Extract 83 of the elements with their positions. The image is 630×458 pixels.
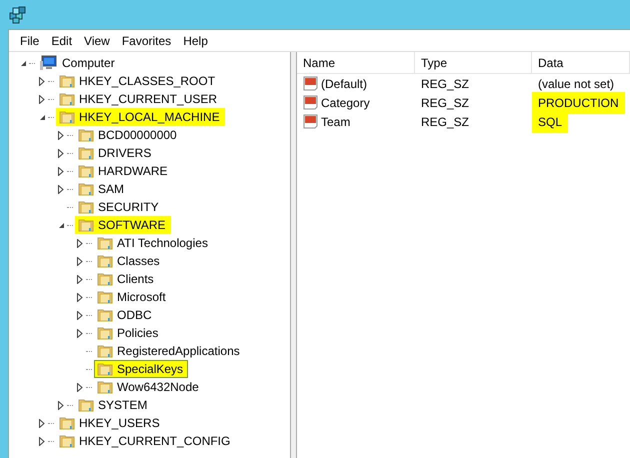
tree-item[interactable]: Wow6432Node	[94, 378, 204, 396]
tree-item[interactable]: ODBC	[94, 306, 157, 324]
collapsed-arrow-icon[interactable]	[39, 418, 45, 428]
tree-item[interactable]: SYSTEM	[75, 396, 152, 414]
computer-icon	[40, 55, 58, 71]
collapsed-arrow-icon[interactable]	[39, 94, 45, 104]
expanded-arrow-icon[interactable]	[58, 222, 64, 228]
folder-icon	[78, 199, 94, 215]
tree-item[interactable]: HKEY_LOCAL_MACHINE	[56, 108, 225, 126]
collapsed-arrow-icon[interactable]	[39, 436, 45, 446]
folder-icon	[97, 361, 113, 377]
folder-icon	[59, 109, 75, 125]
expanded-arrow-icon[interactable]	[20, 60, 26, 66]
folder-icon	[59, 73, 75, 89]
tree-item[interactable]: Clients	[94, 270, 159, 288]
tree-item[interactable]: HKEY_USERS	[56, 414, 165, 432]
menu-item[interactable]: Edit	[46, 32, 78, 50]
folder-icon	[59, 91, 75, 107]
tree-item[interactable]: HKEY_CURRENT_CONFIG	[56, 432, 236, 450]
folder-icon	[59, 415, 75, 431]
value-type: REG_SZ	[420, 94, 470, 112]
collapsed-arrow-icon[interactable]	[58, 184, 64, 194]
string-value-icon	[303, 95, 319, 110]
menu-item[interactable]: Favorites	[116, 32, 176, 50]
value-name[interactable]: Category	[321, 94, 370, 112]
folder-icon	[97, 379, 113, 395]
folder-icon	[59, 433, 75, 449]
tree-item[interactable]: SECURITY	[75, 198, 164, 216]
expanded-arrow-icon[interactable]	[38, 114, 46, 120]
tree-item[interactable]: DRIVERS	[75, 144, 156, 162]
value-type: REG_SZ	[420, 114, 470, 130]
folder-icon	[97, 235, 113, 251]
folder-icon	[97, 271, 113, 287]
collapsed-arrow-icon[interactable]	[39, 76, 45, 86]
tree-item[interactable]: SpecialKeys	[94, 360, 188, 378]
collapsed-arrow-icon[interactable]	[77, 256, 83, 266]
collapsed-arrow-icon[interactable]	[77, 382, 83, 392]
folder-icon	[97, 343, 113, 359]
folder-icon	[78, 397, 94, 413]
column-header[interactable]: Name	[297, 52, 415, 73]
menu-item[interactable]: View	[79, 32, 115, 50]
value-type: REG_SZ	[420, 76, 470, 92]
tree-item[interactable]: RegisteredApplications	[94, 342, 245, 360]
folder-icon	[78, 145, 94, 161]
folder-icon	[97, 325, 113, 341]
tree-item[interactable]: ATI Technologies	[94, 234, 213, 252]
folder-icon	[97, 307, 113, 323]
string-value-icon	[303, 114, 319, 129]
value-data: (value not set)	[537, 76, 616, 92]
value-name[interactable]: (Default)	[321, 74, 368, 92]
tree-item[interactable]: BCD00000000	[75, 126, 182, 144]
folder-icon	[78, 181, 94, 197]
value-name[interactable]: Team	[321, 112, 350, 130]
collapsed-arrow-icon[interactable]	[58, 148, 64, 158]
menu-item[interactable]: Help	[178, 32, 213, 50]
collapsed-arrow-icon[interactable]	[58, 400, 64, 410]
registry-cubes-icon	[9, 6, 27, 24]
folder-icon	[97, 253, 113, 269]
collapsed-arrow-icon[interactable]	[77, 292, 83, 302]
tree-item[interactable]: Computer	[37, 54, 120, 72]
value-data: PRODUCTION	[532, 92, 625, 114]
tree-item[interactable]: HKEY_CURRENT_USER	[56, 90, 222, 108]
tree-item[interactable]: Microsoft	[94, 288, 171, 306]
tree-item[interactable]: Classes	[94, 252, 165, 270]
column-header[interactable]: Data	[532, 52, 630, 73]
collapsed-arrow-icon[interactable]	[77, 310, 83, 320]
folder-icon	[97, 289, 113, 305]
tree-item[interactable]: SOFTWARE	[75, 216, 171, 234]
menu-item[interactable]: File	[15, 32, 44, 50]
collapsed-arrow-icon[interactable]	[77, 274, 83, 284]
collapsed-arrow-icon[interactable]	[77, 238, 83, 248]
folder-icon	[78, 217, 94, 233]
string-value-icon	[303, 76, 319, 91]
folder-icon	[78, 163, 94, 179]
collapsed-arrow-icon[interactable]	[58, 166, 64, 176]
collapsed-arrow-icon[interactable]	[58, 130, 64, 140]
column-header[interactable]: Type	[415, 52, 532, 73]
folder-icon	[78, 127, 94, 143]
tree-item[interactable]: Policies	[94, 324, 164, 342]
tree-item[interactable]: HARDWARE	[75, 162, 173, 180]
collapsed-arrow-icon[interactable]	[77, 328, 83, 338]
tree-item[interactable]: SAM	[75, 180, 130, 198]
tree-item[interactable]: HKEY_CLASSES_ROOT	[56, 72, 220, 90]
